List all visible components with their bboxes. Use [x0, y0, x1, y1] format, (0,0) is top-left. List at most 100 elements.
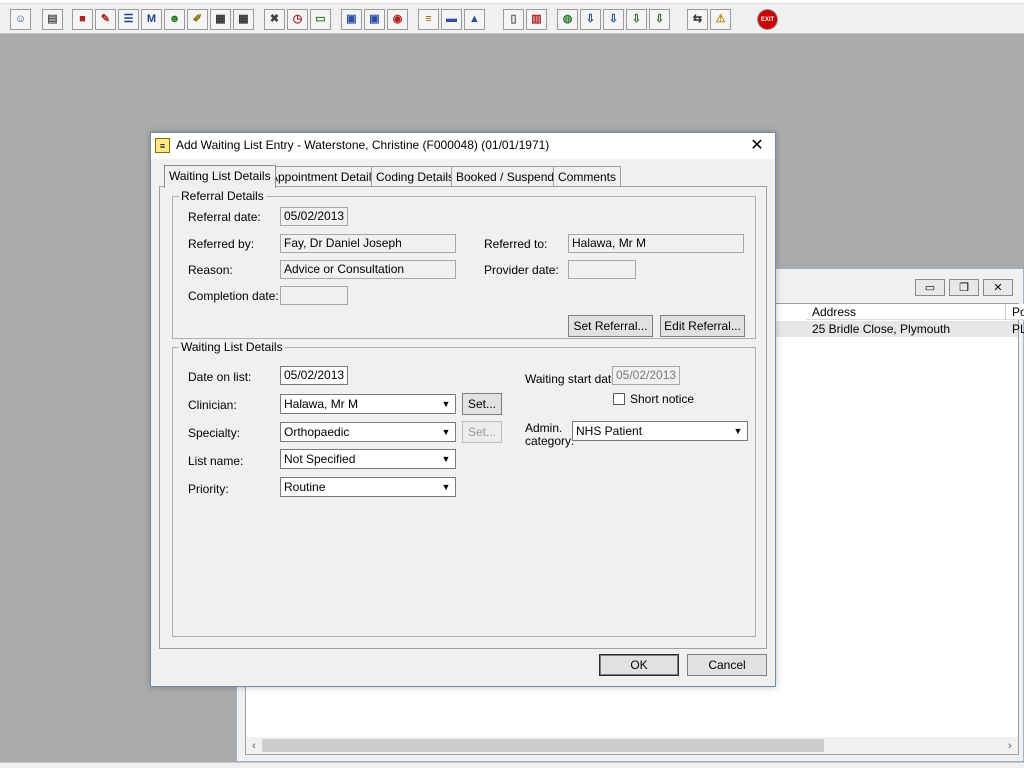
admin-category-value: NHS Patient	[576, 424, 643, 438]
user-icon: ☺	[14, 13, 27, 25]
specialty-select[interactable]: Orthopaedic ▼	[280, 422, 456, 442]
priority-label: Priority:	[188, 482, 229, 496]
ok-button[interactable]: OK	[599, 654, 679, 676]
toolbar-button[interactable]: ▤	[42, 9, 63, 30]
completion-date-field	[280, 286, 348, 305]
minimize-button[interactable]: ▭	[915, 279, 945, 296]
chevron-down-icon[interactable]: ▼	[438, 396, 454, 412]
swap-arrows-icon: ⇆	[692, 13, 703, 25]
column-header-address[interactable]: Address	[806, 304, 1006, 320]
list-name-select[interactable]: Not Specified ▼	[280, 449, 456, 469]
minimize-icon: ▭	[924, 282, 936, 294]
toolbar-button[interactable]: EXIT	[757, 9, 778, 30]
toolbar-button[interactable]: ◍	[557, 9, 578, 30]
referral-date-field: 05/02/2013	[280, 207, 348, 226]
restore-button[interactable]: ❐	[949, 279, 979, 296]
toolbar-button[interactable]: ≡	[418, 9, 439, 30]
form-arrow-icon: ⇩	[585, 13, 596, 25]
toolbar-button[interactable]: ☻	[164, 9, 185, 30]
scroll-right-icon[interactable]: ›	[1002, 737, 1018, 754]
toolbar-button[interactable]: ☰	[118, 9, 139, 30]
bed-icon: ▬	[446, 13, 457, 25]
tab-appointment-details[interactable]: Appointment Details	[265, 166, 383, 186]
list-icon: ☰	[123, 13, 134, 25]
cell-address: 25 Bridle Close, Plymouth	[812, 322, 951, 336]
toolbar-button[interactable]: ▦	[210, 9, 231, 30]
chevron-down-icon[interactable]: ▼	[730, 423, 746, 439]
specialty-value: Orthopaedic	[284, 425, 350, 439]
referred-to-label: Referred to:	[484, 237, 548, 251]
chevron-down-icon[interactable]: ▼	[438, 451, 454, 467]
referral-details-group: Referral Details Referral date: 05/02/20…	[172, 189, 756, 339]
date-on-list-label: Date on list:	[188, 370, 252, 384]
tab-comments[interactable]: Comments	[553, 166, 622, 186]
close-icon: ✕	[750, 137, 764, 154]
toolbar-button[interactable]: ⇩	[626, 9, 647, 30]
toolbar-button[interactable]: M	[141, 9, 162, 30]
scrollbar-thumb[interactable]	[262, 739, 824, 752]
toolbar-button[interactable]: ⇩	[580, 9, 601, 30]
set-clinician-button[interactable]: Set...	[462, 393, 502, 415]
group-label-referral: Referral Details	[179, 189, 266, 203]
toolbar-button[interactable]: ▲	[464, 9, 485, 30]
admin-category-select[interactable]: NHS Patient ▼	[572, 421, 748, 441]
note-icon: ≡	[425, 13, 432, 25]
tab-coding-details[interactable]: Coding Details	[371, 166, 460, 186]
toolbar-button[interactable]: ◉	[387, 9, 408, 30]
dialog-close-button[interactable]: ✕	[747, 135, 767, 155]
completion-date-label: Completion date:	[188, 289, 279, 303]
printer-icon: ▤	[47, 13, 58, 25]
edit-referral-button[interactable]: Edit Referral...	[660, 315, 745, 337]
date-on-list-input[interactable]: 05/02/2013	[280, 366, 348, 385]
close-icon: ✕	[993, 282, 1003, 294]
toolbar-button[interactable]: ⚠	[710, 9, 731, 30]
scroll-left-icon[interactable]: ‹	[246, 737, 262, 754]
horizontal-scrollbar[interactable]: ‹ ›	[246, 737, 1018, 754]
admin-category-label-line1: Admin.	[525, 421, 563, 435]
toolbar-button[interactable]: ⇩	[603, 9, 624, 30]
waiting-start-date-label: Waiting start date:	[525, 372, 622, 386]
tab-panel: Referral Details Referral date: 05/02/20…	[159, 186, 767, 649]
toolbar-button[interactable]: ◷	[287, 9, 308, 30]
screen-icon: ▣	[369, 13, 380, 25]
toolbar-button[interactable]: ▯	[503, 9, 524, 30]
toolbar-button[interactable]: ✎	[95, 9, 116, 30]
column-header-postcode[interactable]: Po	[1006, 304, 1024, 320]
tab-booked-suspend[interactable]: Booked / Suspend	[451, 166, 560, 186]
toolbar-button[interactable]: ▥	[526, 9, 547, 30]
clinician-select[interactable]: Halawa, Mr M ▼	[280, 394, 456, 414]
toolbar-button[interactable]: ⇩	[649, 9, 670, 30]
referral-date-label: Referral date:	[188, 210, 261, 224]
toolbar-button[interactable]: ✐	[187, 9, 208, 30]
toolbar-button[interactable]: ▭	[310, 9, 331, 30]
chevron-down-icon[interactable]: ▼	[438, 479, 454, 495]
toolbar-button[interactable]: ▣	[341, 9, 362, 30]
toolbar-button[interactable]: ☺	[10, 9, 31, 30]
set-specialty-button[interactable]: Set...	[462, 421, 502, 443]
set-referral-button[interactable]: Set Referral...	[568, 315, 653, 337]
menu-strip	[0, 0, 1024, 4]
toolbar-button[interactable]: ⇆	[687, 9, 708, 30]
status-bar	[0, 762, 1024, 768]
chevron-down-icon[interactable]: ▼	[438, 424, 454, 440]
toolbar-button[interactable]: ▬	[441, 9, 462, 30]
toolbar-button[interactable]: ✖	[264, 9, 285, 30]
list-name-label: List name:	[188, 454, 244, 468]
priority-select[interactable]: Routine ▼	[280, 477, 456, 497]
exit-icon: EXIT	[760, 16, 775, 23]
warning-icon: ⚠	[715, 13, 726, 25]
short-notice-checkbox[interactable]	[613, 393, 625, 405]
toolbar-button[interactable]: ■	[72, 9, 93, 30]
provider-date-label: Provider date:	[484, 263, 559, 277]
toolbar-button[interactable]: ▣	[364, 9, 385, 30]
waiting-start-date-field: 05/02/2013	[612, 366, 680, 385]
clinician-value: Halawa, Mr M	[284, 397, 359, 411]
form-arrow-icon: ⇩	[608, 13, 619, 25]
reason-label: Reason:	[188, 263, 233, 277]
ambulance-icon: ▲	[469, 13, 480, 25]
tab-waiting-list-details[interactable]: Waiting List Details	[164, 165, 276, 188]
toolbar-button[interactable]: ▦	[233, 9, 254, 30]
cancel-button[interactable]: Cancel	[687, 654, 767, 676]
close-button[interactable]: ✕	[983, 279, 1013, 296]
list-name-value: Not Specified	[284, 452, 356, 466]
